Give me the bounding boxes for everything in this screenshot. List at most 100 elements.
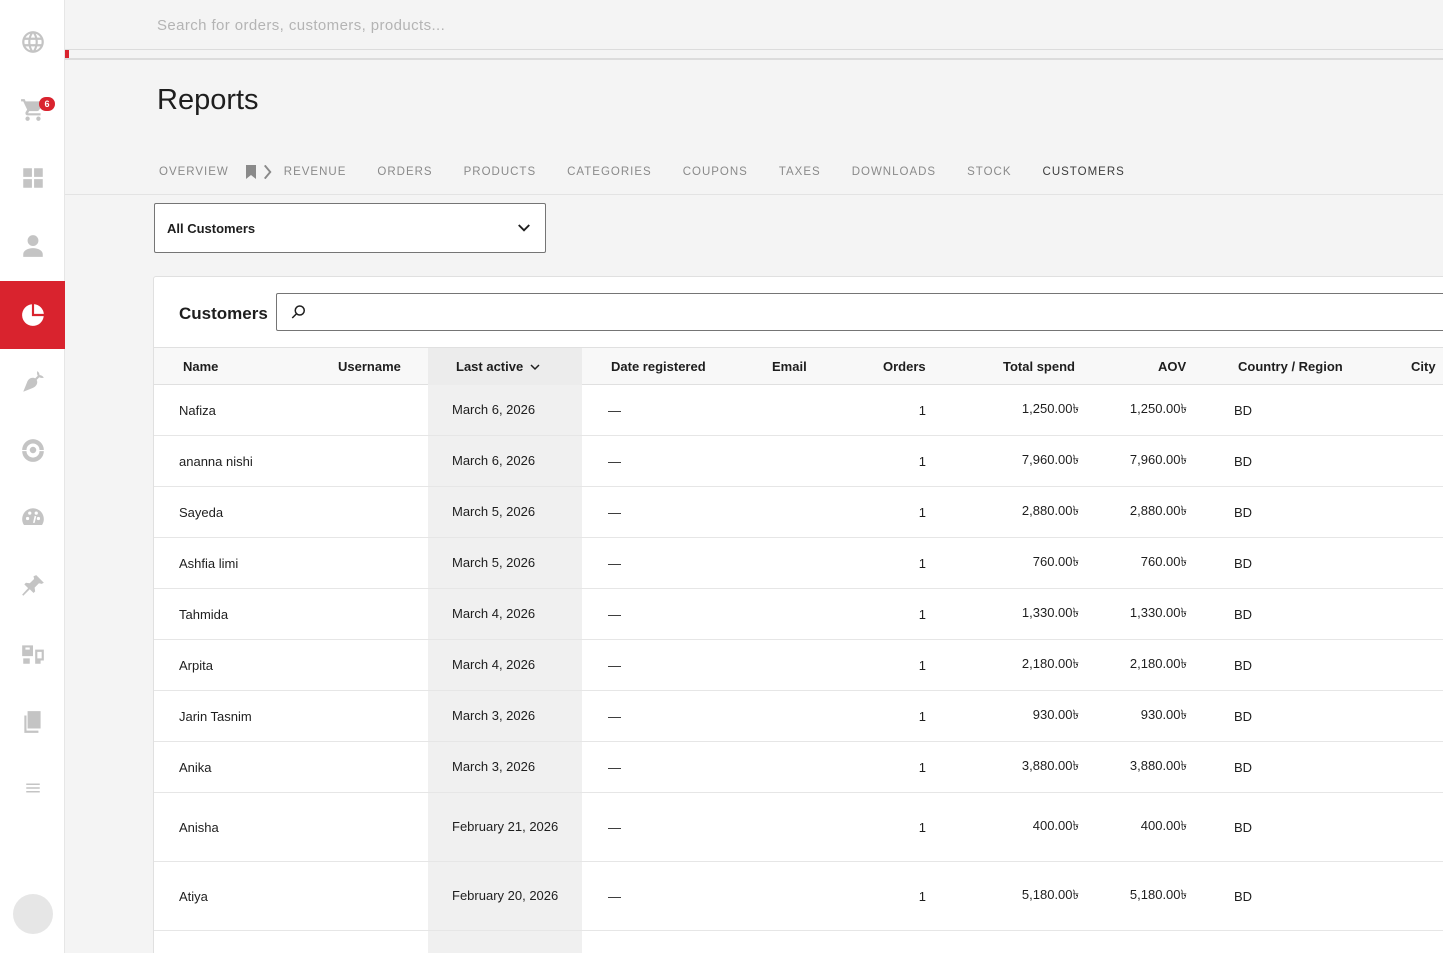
cell-name[interactable]: Atiya [179, 862, 208, 930]
sidebar-item-marketing[interactable] [0, 416, 65, 484]
sidebar-item-products[interactable] [0, 348, 65, 416]
cell-date-registered: — [608, 819, 621, 835]
tab-revenue[interactable]: Revenue [284, 166, 347, 178]
col-header-last-active[interactable]: Last active [428, 348, 582, 385]
sidebar-item-orders[interactable] [0, 76, 65, 144]
cell-date-registered: — [608, 888, 621, 904]
tab-categories[interactable]: Categories [567, 166, 652, 178]
cell-country: BD [1234, 504, 1253, 520]
cell-name[interactable]: ananna nishi [179, 436, 253, 486]
cell-date-registered: — [608, 555, 621, 571]
settings-media-icon [21, 645, 44, 664]
sidebar-item-dashboard[interactable] [0, 144, 65, 212]
col-header-username[interactable]: Username [338, 348, 401, 385]
cell-last-active: March 6, 2026 [452, 453, 536, 468]
tab-orders[interactable]: Orders [377, 166, 432, 178]
col-header-city[interactable]: City [1411, 348, 1436, 385]
palette-icon [21, 508, 44, 526]
col-header-total-spend[interactable]: Total spend [1003, 348, 1075, 385]
cell-orders: 1 [918, 504, 926, 520]
table-search-input[interactable] [276, 293, 1443, 331]
col-header-country[interactable]: Country / Region [1238, 348, 1343, 385]
cell-orders: 1 [918, 657, 926, 673]
carrot-icon [22, 371, 44, 392]
cell-name[interactable]: Sayeda [179, 487, 223, 537]
cell-name[interactable]: Nafiza [179, 385, 216, 435]
sidebar-item-collapse[interactable] [0, 754, 65, 822]
tab-separator [245, 165, 272, 179]
col-header-orders[interactable]: Orders [883, 348, 926, 385]
table-row: Arpita March 4, 2026 — 1 2,180.00৳ 2,180.00৳ B… [154, 640, 1443, 691]
sort-down-icon [530, 363, 540, 370]
cell-total-spend: 7,960.00৳ [1021, 451, 1079, 467]
col-header-date-registered[interactable]: Date registered [611, 348, 706, 385]
cell-name[interactable]: Anika [179, 742, 212, 792]
globe-icon [21, 31, 44, 53]
tab-products[interactable]: Products [464, 166, 537, 178]
sidebar-item-appearance[interactable] [0, 484, 65, 552]
col-header-name[interactable]: Name [183, 348, 218, 385]
cell-total-spend: 2,180.00৳ [1021, 655, 1079, 671]
cell-orders: 1 [918, 888, 926, 904]
global-search-input[interactable] [157, 14, 1057, 36]
cell-orders: 1 [918, 453, 926, 469]
cell-date-registered: — [608, 606, 621, 622]
cell-aov: 2,180.00৳ [1129, 655, 1187, 671]
tab-customers[interactable]: Customers [1043, 166, 1125, 178]
cell-date-registered: — [608, 708, 621, 724]
tab-overview[interactable]: Overview [159, 166, 229, 178]
cell-name[interactable]: Arpita [179, 640, 213, 690]
customer-filter-select[interactable]: All Customers [154, 203, 546, 253]
cell-country: BD [1234, 555, 1253, 571]
cell-name[interactable]: Tahmida [179, 589, 228, 639]
cell-orders: 1 [918, 606, 926, 622]
sidebar-item-pages[interactable] [0, 688, 65, 756]
cell-country: BD [1234, 453, 1253, 469]
cell-name[interactable]: Jarin Tasnim [179, 691, 252, 741]
chevron-down-icon [518, 224, 530, 232]
cell-date-registered: — [608, 657, 621, 673]
cell-name[interactable]: Ashfia limi [179, 538, 238, 588]
sidebar-item-posts[interactable] [0, 552, 65, 620]
filter-selected-value: All Customers [167, 220, 256, 236]
cell-country: BD [1234, 606, 1253, 622]
pages-icon [23, 711, 41, 733]
cell-aov: 1,330.00৳ [1129, 604, 1187, 620]
user-icon [22, 235, 43, 257]
table-row: ananna nishi March 6, 2026 — 1 7,960.00৳ 7,96… [154, 436, 1443, 487]
tab-stock[interactable]: Stock [967, 166, 1011, 178]
tab-downloads[interactable]: Downloads [852, 166, 936, 178]
pie-chart-icon [21, 304, 44, 326]
cell-aov: 7,960.00৳ [1129, 451, 1187, 467]
avatar[interactable] [13, 894, 53, 934]
table-row: Atiya February 20, 2026 — 1 5,180.00৳ 5,180.0… [154, 862, 1443, 931]
sidebar-item-customers[interactable] [0, 212, 65, 280]
table-row: Ashfia limi March 5, 2026 — 1 760.00৳ 760.00৳… [154, 538, 1443, 589]
table-title: Customers [179, 304, 268, 323]
cell-country: BD [1234, 657, 1253, 673]
cell-orders: 1 [918, 708, 926, 724]
tab-taxes[interactable]: Taxes [779, 166, 821, 178]
menu-icon [25, 783, 40, 793]
sidebar-item-globe[interactable] [0, 8, 65, 76]
cell-last-active: March 3, 2026 [452, 708, 536, 723]
cell-country: BD [1234, 402, 1253, 418]
cell-total-spend: 2,880.00৳ [1021, 502, 1079, 518]
cell-aov: 3,880.00৳ [1129, 757, 1187, 773]
tab-coupons[interactable]: Coupons [683, 166, 748, 178]
sidebar-item-reports[interactable] [0, 281, 65, 349]
cell-last-active: March 5, 2026 [452, 555, 536, 570]
cell-last-active: February 21, 2026 [452, 819, 559, 834]
col-header-email[interactable]: Email [772, 348, 807, 385]
sidebar-item-media[interactable] [0, 620, 65, 688]
loading-bar [65, 50, 1443, 60]
cell-name[interactable]: Anisha [179, 793, 219, 861]
table-row: Anika March 3, 2026 — 1 3,880.00৳ 3,880.00৳ BD [154, 742, 1443, 793]
search-icon [291, 305, 305, 319]
cell-date-registered: — [608, 453, 621, 469]
customers-table-card: Customers Name Username Last active Date… [153, 276, 1443, 953]
cell-date-registered: — [608, 402, 621, 418]
col-header-aov[interactable]: AOV [1158, 348, 1186, 385]
table-row: Nafiza March 6, 2026 — 1 1,250.00৳ 1,250.00৳ B… [154, 385, 1443, 436]
cell-date-registered: — [608, 759, 621, 775]
